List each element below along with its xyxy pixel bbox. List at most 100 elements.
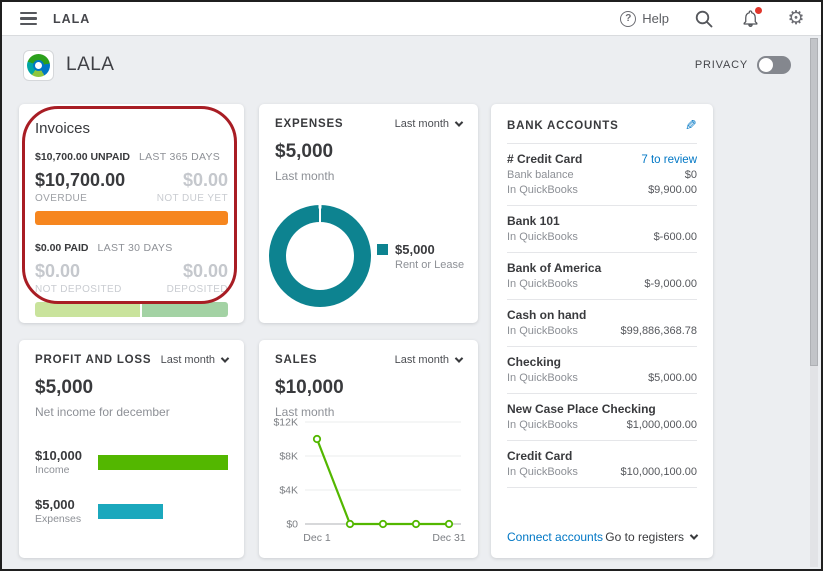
scrollbar-thumb[interactable] bbox=[810, 38, 818, 366]
bank-line-value: $-9,000.00 bbox=[644, 278, 697, 290]
bank-line-label: In QuickBooks bbox=[507, 325, 578, 337]
chevron-down-icon bbox=[689, 531, 699, 540]
svg-text:$12K: $12K bbox=[273, 417, 298, 429]
profit-and-loss-card: PROFIT AND LOSS Last month $5,000 Net in… bbox=[19, 340, 244, 558]
vertical-scrollbar[interactable] bbox=[810, 38, 818, 567]
pnl-bar-row: $5,000 Expenses bbox=[35, 497, 228, 525]
pnl-bar bbox=[98, 454, 228, 470]
not-deposited-label: NOT DEPOSITED bbox=[35, 283, 122, 295]
svg-text:Dec 1: Dec 1 bbox=[303, 532, 331, 544]
quickbooks-dashboard: LALA ? Help ⚙ LALA PRIVACY Invoices $10,… bbox=[0, 0, 823, 571]
connect-accounts-link[interactable]: Connect accounts bbox=[507, 530, 603, 544]
help-button[interactable]: ? Help bbox=[620, 10, 669, 27]
overdue-bar[interactable] bbox=[35, 210, 228, 225]
expenses-card: EXPENSES Last month $5,000 Last month $5… bbox=[259, 104, 478, 323]
topbar-company-name: LALA bbox=[53, 11, 91, 26]
deposited-label: DEPOSITED bbox=[166, 283, 228, 295]
sales-title: SALES bbox=[275, 354, 318, 366]
bank-line-label: In QuickBooks bbox=[507, 231, 578, 243]
help-label: Help bbox=[642, 11, 669, 26]
bank-account-row: New Case Place Checking In QuickBooks $1,0… bbox=[507, 394, 697, 441]
expenses-legend: $5,000 Rent or Lease bbox=[377, 242, 464, 271]
bank-account-row: Credit Card In QuickBooks $10,000,100.00 bbox=[507, 441, 697, 488]
help-icon: ? bbox=[620, 10, 637, 27]
pnl-title: PROFIT AND LOSS bbox=[35, 354, 152, 366]
bank-line-value: $-600.00 bbox=[653, 231, 697, 243]
hamburger-menu-icon[interactable] bbox=[20, 9, 37, 29]
pnl-bar-row: $10,000 Income bbox=[35, 448, 228, 476]
overdue-amount: $10,700.00 bbox=[35, 170, 126, 190]
edit-pencil-icon[interactable]: ✎ bbox=[685, 118, 697, 134]
pnl-series-amount: $10,000 bbox=[35, 448, 82, 463]
bank-line-value: $1,000,000.00 bbox=[626, 419, 697, 431]
svg-text:$0: $0 bbox=[286, 519, 298, 531]
unpaid-period: LAST 365 DAYS bbox=[138, 151, 221, 163]
bank-line-value: $0 bbox=[684, 169, 697, 181]
settings-gear-icon[interactable]: ⚙ bbox=[785, 8, 807, 30]
legend-label: Rent or Lease bbox=[395, 259, 465, 271]
expenses-subtitle: Last month bbox=[275, 169, 335, 183]
bank-account-name: Cash on hand bbox=[507, 308, 587, 322]
bank-account-name: Checking bbox=[507, 355, 562, 369]
expenses-donut-chart bbox=[269, 205, 371, 307]
bank-account-name: Credit Card bbox=[507, 449, 573, 463]
bank-line-value: $9,900.00 bbox=[648, 184, 697, 196]
not-deposited-bar[interactable] bbox=[35, 301, 141, 317]
bank-line-value: $5,000.00 bbox=[648, 372, 697, 384]
svg-text:$4K: $4K bbox=[279, 485, 298, 497]
bank-account-row: # Credit Card 7 to review Bank balance $0 In… bbox=[507, 144, 697, 206]
sales-card: SALES Last month $10,000 Last month $12K… bbox=[259, 340, 478, 558]
legend-amount: $5,000 bbox=[395, 242, 435, 257]
notification-badge bbox=[755, 6, 762, 14]
bank-line-label: In QuickBooks bbox=[507, 419, 578, 431]
bank-account-row: Bank 101 In QuickBooks $-600.00 bbox=[507, 206, 697, 253]
bank-account-name: Bank 101 bbox=[507, 214, 560, 228]
bank-line-label: In QuickBooks bbox=[507, 278, 578, 290]
pnl-amount: $5,000 bbox=[35, 377, 94, 398]
chevron-down-icon bbox=[220, 354, 230, 363]
bank-account-row: Bank of America In QuickBooks $-9,000.00 bbox=[507, 253, 697, 300]
bank-line-value: $10,000,100.00 bbox=[620, 466, 697, 478]
not-due-amount: $0.00 bbox=[182, 170, 228, 190]
sales-period-selector[interactable]: Last month bbox=[395, 354, 464, 366]
bank-accounts-title: BANK ACCOUNTS bbox=[507, 120, 619, 132]
not-deposited-amount: $0.00 bbox=[35, 260, 81, 281]
deposited-amount: $0.00 bbox=[182, 260, 228, 281]
paid-amount-summary: $0.00 PAID bbox=[35, 241, 89, 254]
pnl-series-label: Expenses bbox=[35, 513, 82, 525]
pnl-period-selector[interactable]: Last month bbox=[161, 354, 230, 366]
pnl-bar bbox=[98, 503, 163, 519]
to-review-link[interactable]: 7 to review bbox=[641, 154, 697, 166]
bank-line-label: In QuickBooks bbox=[507, 372, 578, 384]
deposited-bar[interactable] bbox=[142, 301, 228, 317]
bank-account-name: # Credit Card bbox=[507, 152, 583, 166]
paid-period: LAST 30 DAYS bbox=[97, 241, 173, 254]
bank-accounts-card: BANK ACCOUNTS ✎ # Credit Card 7 to review… bbox=[491, 104, 713, 558]
notifications-bell-icon[interactable] bbox=[739, 6, 762, 30]
go-to-registers-dropdown[interactable]: Go to registers bbox=[605, 530, 699, 544]
search-icon[interactable] bbox=[693, 8, 715, 30]
bank-account-name: New Case Place Checking bbox=[507, 402, 656, 416]
bank-account-name: Bank of America bbox=[507, 261, 602, 275]
privacy-toggle[interactable] bbox=[757, 56, 791, 74]
sales-line-chart: $12K $8K $4K $0 Dec 1 Dec 31 bbox=[273, 417, 465, 545]
chevron-down-icon bbox=[454, 118, 464, 127]
sales-amount: $10,000 bbox=[275, 377, 344, 398]
page-header: LALA PRIVACY bbox=[23, 46, 791, 84]
svg-text:Dec 31: Dec 31 bbox=[432, 532, 465, 544]
bank-line-label: In QuickBooks bbox=[507, 184, 578, 196]
chevron-down-icon bbox=[454, 354, 464, 363]
expenses-title: EXPENSES bbox=[275, 118, 344, 130]
pnl-series-amount: $5,000 bbox=[35, 497, 75, 512]
company-logo bbox=[23, 49, 54, 81]
pnl-subtitle: Net income for december bbox=[35, 405, 170, 419]
bank-line-label: In QuickBooks bbox=[507, 466, 578, 478]
expenses-amount: $5,000 bbox=[275, 141, 334, 162]
legend-swatch bbox=[377, 244, 388, 255]
unpaid-amount-summary: $10,700.00 UNPAID bbox=[35, 151, 130, 163]
expenses-period-selector[interactable]: Last month bbox=[395, 118, 464, 130]
pnl-series-label: Income bbox=[35, 464, 70, 476]
not-due-label: NOT DUE YET bbox=[156, 192, 228, 204]
bank-accounts-list: # Credit Card 7 to review Bank balance $0 In… bbox=[507, 144, 697, 488]
bank-line-label: Bank balance bbox=[507, 169, 574, 181]
